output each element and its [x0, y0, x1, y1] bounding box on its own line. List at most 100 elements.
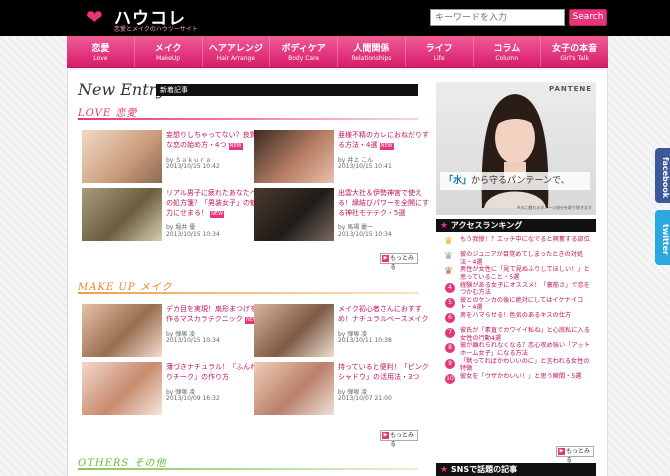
ranking-text: 男をハマらせる！色気のあるキスの仕方 [460, 311, 572, 319]
article-title[interactable]: 薄づきナチュラル！「ふんわりチーク」の作り方 [166, 362, 262, 382]
ranking-item[interactable]: 8 彼が離れられなくなる？恋心攻め強い「アットホーム女子」になる方法 [436, 341, 596, 357]
new-entry-label: 新着記事 [156, 84, 418, 96]
article-thumbnail[interactable] [254, 130, 334, 183]
ranking-text: 彼女を「ウザかわいい！」と思う瞬間・5選 [460, 372, 582, 380]
new-entry-heading: New Entry [78, 80, 166, 99]
ranking-item[interactable]: 5 彼とのケンカの後に絶対にしてはイケナイコト・4選 [436, 296, 596, 311]
article-author: by 馬場 麗一 [338, 224, 374, 231]
nav-sublabel: Relationships [351, 55, 392, 62]
nav-sublabel: Body Care [288, 55, 320, 62]
nav-label: ライフ [425, 44, 453, 54]
star-icon: ★ [440, 465, 449, 475]
new-badge: NEW [379, 143, 394, 150]
nav-item-hair[interactable]: ヘアアレンジ Hair Arrange [203, 36, 271, 67]
ranking-item[interactable]: 7 彼氏が「素直でカワイイ私ね」と心底私に入る女性の行動4選 [436, 326, 596, 342]
nav-sublabel: Love [93, 55, 108, 62]
article-title[interactable]: 出雲大社＆伊勢神宮で使える！縁結びパワーを全開にする神社モテテク・5選 [338, 188, 434, 218]
site-logo[interactable]: ❤ ハウコレ 恋愛とメイクのハウツーサイト [86, 4, 198, 33]
rank-number: 10 [445, 373, 455, 384]
article-thumbnail[interactable] [82, 304, 162, 357]
silver-crown-icon: ♛ [444, 251, 453, 263]
nav-item-life[interactable]: ライフ Life [406, 36, 474, 67]
ranking-item[interactable]: 9 「黙ってればかわいいのに」と言われる女性の特徴 [436, 357, 596, 372]
article-title[interactable]: 亜様不精のカレにおねだりする方法・4選 NEW [338, 130, 434, 150]
section-title-love: LOVE 恋愛 [78, 108, 138, 119]
facebook-share-tab[interactable]: facebook [655, 148, 670, 203]
nav-item-column[interactable]: コラム Column [474, 36, 542, 67]
main-nav: 恋愛 Love メイク MakeUp ヘアアレンジ Hair Arrange ボディケ… [67, 36, 608, 68]
article-date: 2013/10/15 10:42 [166, 163, 220, 170]
nav-label: 女子の本音 [552, 44, 598, 54]
section-title-others: OTHERS その他 [78, 458, 167, 469]
rank-number: 5 [445, 297, 455, 308]
nav-label: 恋愛 [91, 44, 110, 54]
article-thumbnail[interactable] [254, 188, 334, 241]
ranking-text: 彼のジュニアが目覚めてしまったときの対処法・4選 [460, 251, 584, 266]
ranking-title: アクセスランキング [450, 221, 523, 230]
makeup-more-button[interactable]: ▶ もっとみる [380, 430, 418, 448]
ranking-text: 「黙ってればかわいいのに」と言われる女性の特徴 [460, 357, 590, 373]
rank-number: 9 [445, 358, 455, 369]
section-title-makeup: MAKE UP メイク [78, 282, 173, 293]
more-label: もっとみる [390, 255, 415, 271]
love-more-button[interactable]: ▶ もっとみる [380, 253, 418, 271]
nav-sublabel: Girl's Talk [560, 55, 589, 62]
article-thumbnail[interactable] [82, 130, 162, 183]
star-icon: ★ [440, 221, 449, 231]
sns-title: SNSで話題の記事 [450, 465, 518, 474]
new-badge: NEW [228, 143, 243, 150]
nav-item-relationships[interactable]: 人間関係 Relationships [338, 36, 406, 67]
ranking-item[interactable]: 6 男をハマらせる！色気のあるキスの仕方 [436, 311, 596, 326]
ranking-more-button[interactable]: ▶ もっとみる [556, 446, 594, 464]
article-thumbnail[interactable] [254, 362, 334, 415]
article-title[interactable]: メイク初心者さんにおすすめ！ナチュラルベースメイク [338, 304, 434, 324]
ranking-text: 彼が離れられなくなる？恋心攻め強い「アットホーム女子」になる方法 [460, 342, 590, 357]
article-title[interactable]: リアル男子に疲れたあなたへの処方箋？「男装女子」の魅力にせまる！ NEW [166, 188, 262, 218]
arrow-right-icon: ▶ [558, 448, 565, 455]
ranking-text: 彼氏が「素直でカワイイ私ね」と心底私に入る女性の行動4選 [460, 327, 590, 342]
article-thumbnail[interactable] [82, 188, 162, 241]
ranking-item[interactable]: ♛ もう我慢！？エッチ中になでると興奮する部位 [436, 235, 596, 250]
ranking-item[interactable]: ♛ 彼のジュニアが目覚めてしまったときの対処法・4選 [436, 250, 596, 266]
article-title[interactable]: 持っていると便利！「ピンクシャドウ」の活用法・3つ [338, 362, 434, 382]
article-date: 2013/10/07 21:00 [338, 395, 392, 402]
logo-tagline: 恋愛とメイクのハウツーサイト [114, 26, 198, 33]
arrow-right-icon: ▶ [382, 255, 389, 262]
article-title-text: 持っていると便利！「ピンクシャドウ」の活用法・3つ [338, 363, 429, 381]
article-date: 2013/10/15 10:34 [166, 337, 220, 344]
article-title-text: メイク初心者さんにおすすめ！ナチュラルベースメイク [338, 305, 429, 323]
logo-heart-icon: ❤ [86, 5, 103, 29]
nav-item-makeup[interactable]: メイク MakeUp [135, 36, 203, 67]
nav-sublabel: Life [433, 55, 445, 62]
article-title[interactable]: 妄想りしちゃってない？良質な恋の始め方・4つ NEW [166, 130, 262, 150]
nav-sublabel: Hair Arrange [216, 55, 255, 62]
rank-number: 8 [445, 343, 455, 354]
rank-number: 4 [445, 282, 455, 293]
article-title[interactable]: デカ目を実現！扇形まつげを作るマスカラテクニック NEW [166, 304, 262, 324]
rank-number: 7 [445, 328, 455, 339]
ranking-text: 彼とのケンカの後に絶対にしてはイケナイコト・4選 [460, 296, 584, 312]
ad-copy: 「水」から守るパンテーンで、 [440, 172, 590, 190]
pantene-ad-banner[interactable]: PANTENE 「水」から守るパンテーンで、 ※水に触れるダメージ成分を取り除き… [436, 82, 596, 215]
nav-label: ヘアアレンジ [208, 44, 263, 54]
article-date: 2013/10/09 16:32 [166, 395, 220, 402]
nav-label: コラム [493, 44, 521, 54]
nav-item-body[interactable]: ボディケア Body Care [270, 36, 338, 67]
article-thumbnail[interactable] [82, 362, 162, 415]
nav-item-girls-talk[interactable]: 女子の本音 Girl's Talk [541, 36, 608, 67]
new-badge: NEW [210, 211, 225, 218]
ranking-item[interactable]: 4 経験がある女子にオススメ！「裏筋さ」で恋をつかむ方法 [436, 281, 596, 296]
twitter-share-tab[interactable]: twitter [655, 210, 670, 265]
ranking-item[interactable]: 10 彼女を「ウザかわいい！」と思う瞬間・5選 [436, 372, 596, 387]
ranking-text: 男性が女性に「見て見ぬふりしてほしい！」と思っていること・5選 [460, 266, 590, 281]
article-thumbnail[interactable] [254, 304, 334, 357]
ranking-header: ★ アクセスランキング [436, 219, 596, 232]
article-title-text: 出雲大社＆伊勢神宮で使える！縁結びパワーを全開にする神社モテテク・5選 [338, 189, 430, 217]
article-title-text: 妄想りしちゃってない？良質な恋の始め方・4つ [166, 131, 257, 149]
nav-item-love[interactable]: 恋愛 Love [67, 36, 135, 67]
ad-copy-highlight: 「水」 [444, 176, 472, 186]
ranking-item[interactable]: ♛ 男性が女性に「見て見ぬふりしてほしい！」と思っていること・5選 [436, 265, 596, 281]
search-button[interactable]: Search [569, 9, 607, 26]
ad-model-image [481, 94, 549, 208]
search-input[interactable] [430, 9, 565, 26]
